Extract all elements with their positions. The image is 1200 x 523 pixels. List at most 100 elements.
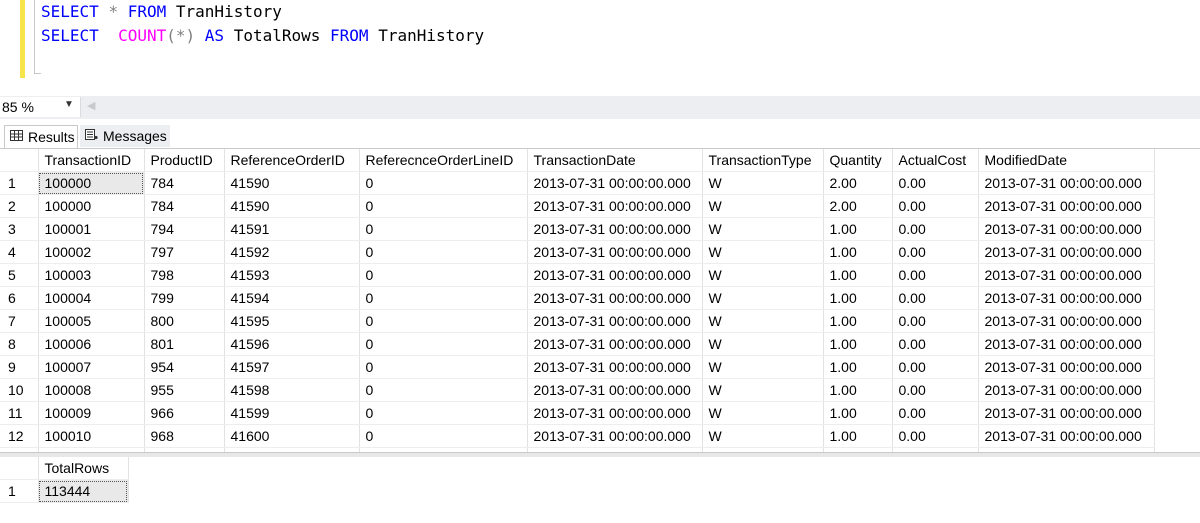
table-cell[interactable]: 801 — [144, 332, 225, 356]
table-row[interactable]: 11 100009 966 41599 0 2013-07-31 00:00:00.000… — [0, 401, 1155, 425]
table-cell[interactable]: 1.00 — [823, 332, 893, 356]
table-cell[interactable]: 100000 — [38, 171, 145, 195]
table-cell[interactable]: 0 — [359, 171, 528, 195]
table-cell[interactable]: 2013-07-31 00:00:00.000 — [978, 194, 1155, 218]
table-cell[interactable]: 0.00 — [892, 401, 979, 425]
table-cell[interactable]: 100002 — [38, 240, 145, 264]
table-cell[interactable]: 41594 — [224, 286, 360, 310]
table-cell[interactable]: 2013-07-31 00:00:00.000 — [527, 332, 703, 356]
table-cell[interactable]: 966 — [144, 401, 225, 425]
table-cell[interactable]: 2013-07-31 00:00:00.000 — [527, 355, 703, 379]
column-header[interactable]: TransactionID — [38, 149, 145, 172]
table-cell[interactable]: 2013-07-31 00:00:00.000 — [527, 263, 703, 287]
table-cell[interactable]: 100010 — [38, 424, 145, 448]
table-cell[interactable]: 41590 — [224, 171, 360, 195]
tab-results[interactable]: Results — [4, 125, 78, 148]
row-number[interactable]: 11 — [0, 401, 39, 425]
table-cell[interactable]: 41600 — [224, 424, 360, 448]
table-cell[interactable]: W — [702, 401, 824, 425]
row-number[interactable]: 2 — [0, 194, 39, 218]
table-cell[interactable]: 0.00 — [892, 263, 979, 287]
table-cell[interactable]: 2013-07-31 00:00:00.000 — [527, 171, 703, 195]
table-row[interactable]: 12 100010 968 41600 0 2013-07-31 00:00:00.000… — [0, 424, 1155, 448]
table-cell[interactable]: 2013-07-31 00:00:00.000 — [978, 378, 1155, 402]
table-cell[interactable]: 0.00 — [892, 424, 979, 448]
table-cell[interactable]: 2013-07-31 00:00:00.000 — [527, 240, 703, 264]
table-cell[interactable]: 0.00 — [892, 355, 979, 379]
table-cell[interactable]: 1.00 — [823, 286, 893, 310]
table-cell[interactable]: 0 — [359, 424, 528, 448]
scroll-left-icon[interactable]: ◀ — [87, 99, 95, 112]
results-grid-2[interactable]: TotalRows 1 113444 — [0, 457, 1200, 523]
row-number[interactable]: 7 — [0, 309, 39, 333]
table-cell[interactable]: 1.00 — [823, 424, 893, 448]
table-cell[interactable]: 0 — [359, 378, 528, 402]
table-cell[interactable]: 794 — [144, 217, 225, 241]
table-cell[interactable]: 2013-07-31 00:00:00.000 — [527, 286, 703, 310]
table-cell[interactable]: 41593 — [224, 263, 360, 287]
table-cell[interactable]: 1.00 — [823, 263, 893, 287]
table-cell[interactable]: 100004 — [38, 286, 145, 310]
row-number[interactable]: 12 — [0, 424, 39, 448]
table-row[interactable]: 1 100000 784 41590 0 2013-07-31 00:00:00.000 W… — [0, 171, 1155, 195]
table-row[interactable]: 7 100005 800 41595 0 2013-07-31 00:00:00.000 W… — [0, 309, 1155, 333]
table-cell[interactable]: 41592 — [224, 240, 360, 264]
table-cell[interactable]: 2013-07-31 00:00:00.000 — [978, 171, 1155, 195]
table-cell[interactable]: 41591 — [224, 217, 360, 241]
table-cell[interactable]: 41597 — [224, 355, 360, 379]
table-cell[interactable]: 2013-07-31 00:00:00.000 — [978, 332, 1155, 356]
table-cell[interactable]: 0.00 — [892, 240, 979, 264]
table-cell[interactable]: 799 — [144, 286, 225, 310]
table-cell[interactable]: 800 — [144, 309, 225, 333]
code-line-2[interactable]: SELECT COUNT(*) AS TotalRows FROM TranHi… — [41, 26, 484, 45]
table-cell[interactable]: 2013-07-31 00:00:00.000 — [978, 401, 1155, 425]
row-number[interactable]: 3 — [0, 217, 39, 241]
table-cell[interactable]: 798 — [144, 263, 225, 287]
table-row[interactable]: 6 100004 799 41594 0 2013-07-31 00:00:00.000 W… — [0, 286, 1155, 310]
table-cell[interactable]: 784 — [144, 171, 225, 195]
column-header[interactable]: TotalRows — [38, 457, 129, 480]
table-cell[interactable]: 1.00 — [823, 217, 893, 241]
column-header[interactable]: TransactionType — [702, 149, 824, 172]
row-number[interactable]: 6 — [0, 286, 39, 310]
table-cell[interactable]: 2013-07-31 00:00:00.000 — [978, 263, 1155, 287]
table-cell[interactable]: 2013-07-31 00:00:00.000 — [978, 217, 1155, 241]
column-header[interactable]: ProductID — [144, 149, 225, 172]
table-cell[interactable]: 2013-07-31 00:00:00.000 — [527, 378, 703, 402]
table-row[interactable]: 3 100001 794 41591 0 2013-07-31 00:00:00.000 W… — [0, 217, 1155, 241]
table-cell[interactable]: W — [702, 240, 824, 264]
column-header[interactable]: Quantity — [823, 149, 893, 172]
row-number[interactable]: 8 — [0, 332, 39, 356]
column-header[interactable]: ReferecnceOrderLineID — [359, 149, 528, 172]
table-cell[interactable]: 0 — [359, 217, 528, 241]
table-cell[interactable]: 100009 — [38, 401, 145, 425]
table-cell[interactable]: 2013-07-31 00:00:00.000 — [527, 217, 703, 241]
table-cell[interactable]: 0.00 — [892, 286, 979, 310]
table-cell[interactable]: 2013-07-31 00:00:00.000 — [527, 424, 703, 448]
table-cell[interactable]: 2013-07-31 00:00:00.000 — [978, 355, 1155, 379]
table-cell[interactable]: W — [702, 424, 824, 448]
table-cell[interactable]: 968 — [144, 424, 225, 448]
table-cell[interactable]: 2.00 — [823, 194, 893, 218]
table-cell[interactable]: W — [702, 171, 824, 195]
column-header[interactable]: TransactionDate — [527, 149, 703, 172]
table-cell[interactable]: 0 — [359, 286, 528, 310]
table-cell[interactable]: W — [702, 194, 824, 218]
table-cell[interactable]: 1.00 — [823, 401, 893, 425]
tab-messages[interactable]: Messages — [80, 125, 170, 147]
table-cell[interactable]: 0 — [359, 355, 528, 379]
table-cell[interactable]: W — [702, 263, 824, 287]
table-cell[interactable]: 0 — [359, 401, 528, 425]
query-editor[interactable]: SELECT * FROM TranHistory SELECT COUNT(*… — [0, 0, 1200, 96]
table-row[interactable]: 10 100008 955 41598 0 2013-07-31 00:00:00.000… — [0, 378, 1155, 402]
table-cell[interactable]: 0 — [359, 194, 528, 218]
table-cell[interactable]: 2013-07-31 00:00:00.000 — [527, 309, 703, 333]
zoom-dropdown[interactable]: 85 % ▼ — [0, 97, 81, 117]
table-cell[interactable]: 100000 — [38, 194, 145, 218]
table-cell[interactable]: 41598 — [224, 378, 360, 402]
table-cell[interactable]: 100005 — [38, 309, 145, 333]
table-cell[interactable]: 100003 — [38, 263, 145, 287]
table-cell[interactable]: 2013-07-31 00:00:00.000 — [978, 424, 1155, 448]
table-cell[interactable]: 2013-07-31 00:00:00.000 — [978, 309, 1155, 333]
table-cell[interactable]: 0 — [359, 309, 528, 333]
